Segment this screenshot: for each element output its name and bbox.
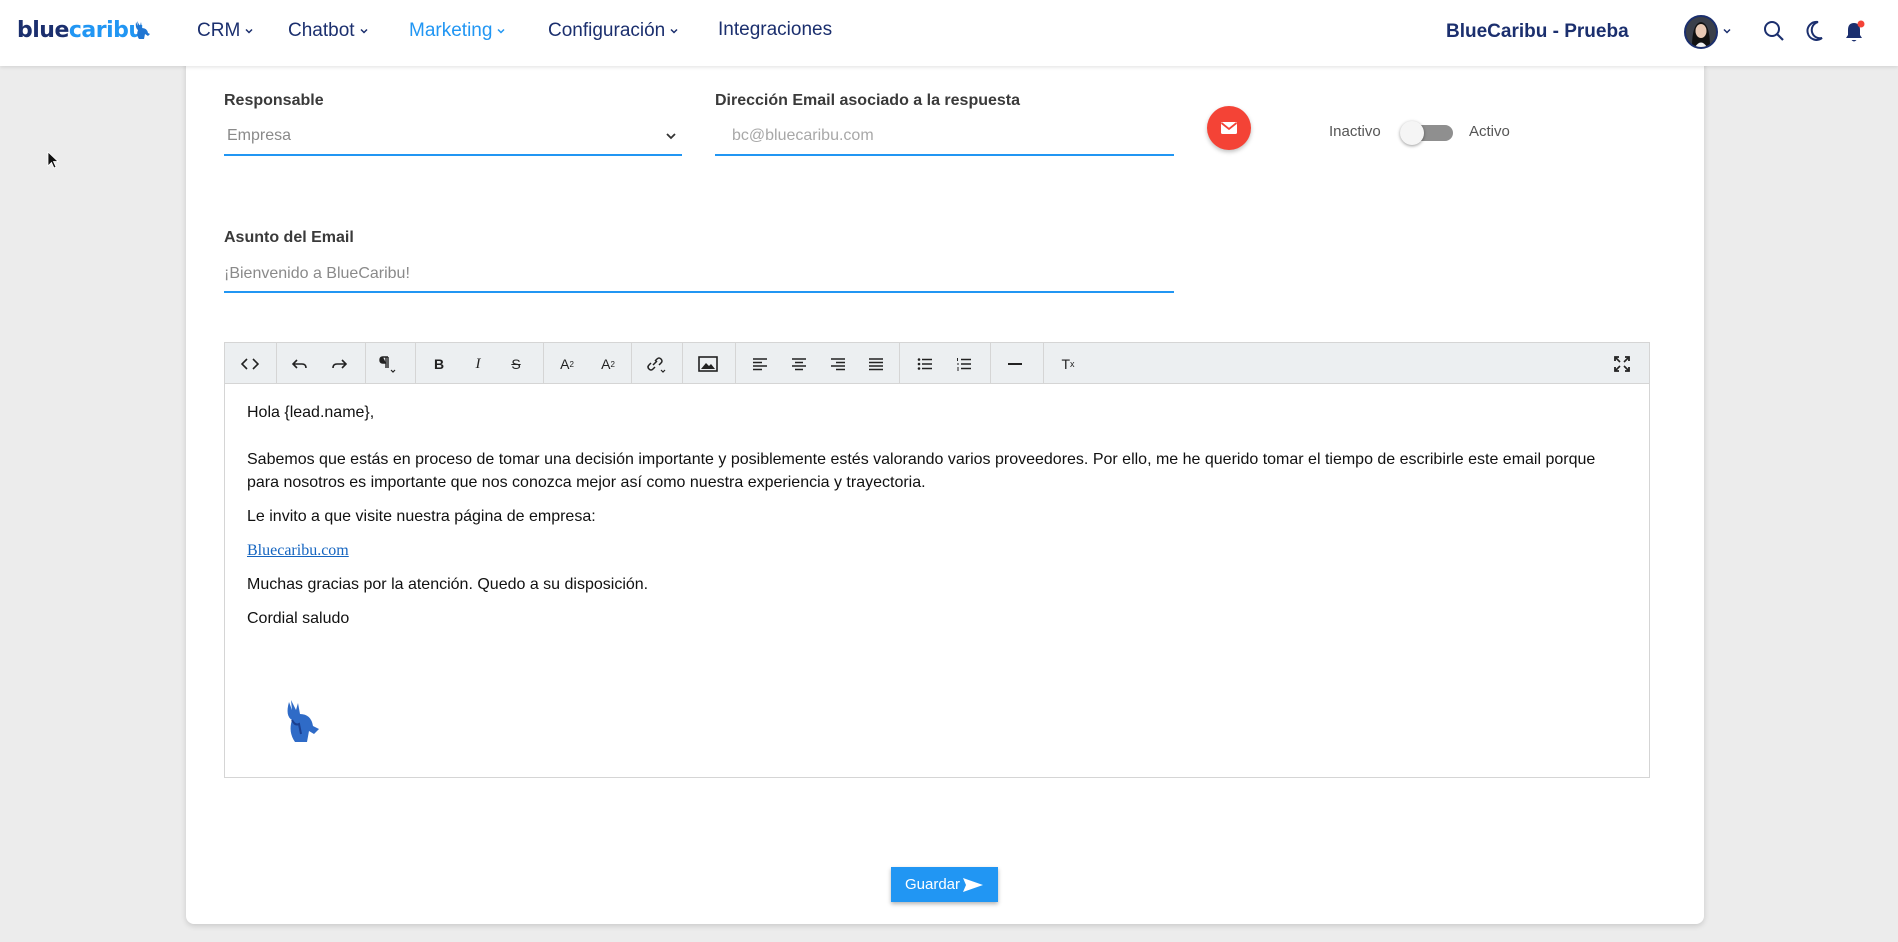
horizontal-rule-icon[interactable] xyxy=(1002,351,1028,377)
align-center-icon[interactable] xyxy=(786,351,812,377)
nav-chatbot[interactable]: Chatbot xyxy=(288,20,369,42)
align-left-icon[interactable] xyxy=(747,351,773,377)
nav-marketing-label: Marketing xyxy=(409,20,493,41)
email-invite: Le invito a que visite nuestra página de… xyxy=(247,508,596,525)
email-paragraph-line1: Sabemos que estás en proceso de tomar un… xyxy=(247,451,1596,468)
email-underline xyxy=(715,154,1174,156)
email-thanks: Muchas gracias por la atención. Quedo a … xyxy=(247,576,649,593)
nav-crm[interactable]: CRM xyxy=(197,20,254,42)
caribou-logo-icon xyxy=(135,21,150,39)
subscript-icon[interactable]: A2 xyxy=(595,351,621,377)
chevron-down-icon xyxy=(670,28,678,34)
nav-crm-label: CRM xyxy=(197,20,241,41)
subject-label: Asunto del Email xyxy=(224,229,354,246)
responsable-select[interactable]: Empresa xyxy=(227,127,291,145)
editor-content[interactable]: Hola {lead.name}, Sabemos que estás en p… xyxy=(225,384,1649,777)
chevron-down-icon xyxy=(245,28,253,34)
save-button-label: Guardar xyxy=(904,876,961,893)
align-justify-icon[interactable] xyxy=(863,351,889,377)
logo[interactable]: bluecaribu xyxy=(17,18,144,43)
link-icon[interactable] xyxy=(643,351,669,377)
email-closing: Cordial saludo xyxy=(247,610,350,627)
nav-configuracion[interactable]: Configuración xyxy=(548,20,679,42)
mail-icon xyxy=(1220,122,1238,134)
avatar-image xyxy=(1686,17,1716,47)
chevron-down-icon xyxy=(497,28,505,34)
send-icon xyxy=(963,877,984,892)
clear-format-icon[interactable]: Tx xyxy=(1055,351,1081,377)
nav-configuracion-label: Configuración xyxy=(548,20,666,41)
chevron-down-icon[interactable] xyxy=(1722,26,1732,36)
caribou-signature-icon xyxy=(287,700,319,742)
toggle-on-label: Activo xyxy=(1469,123,1510,140)
avatar[interactable] xyxy=(1684,15,1718,49)
redo-icon[interactable] xyxy=(326,351,352,377)
nav-integraciones-label: Integraciones xyxy=(718,19,833,40)
editor-toolbar: B I S A2 A2 T x xyxy=(225,343,1649,384)
nav-marketing[interactable]: Marketing xyxy=(409,20,506,42)
undo-icon[interactable] xyxy=(287,351,313,377)
email-label: Dirección Email asociado a la respuesta xyxy=(715,92,1021,109)
responsable-underline xyxy=(224,154,682,156)
subject-input[interactable]: ¡Bienvenido a BlueCaribu! xyxy=(224,265,410,283)
italic-icon[interactable]: I xyxy=(465,351,491,377)
mouse-cursor-icon xyxy=(47,151,59,169)
rich-text-editor: B I S A2 A2 T x Hola {lead.name}, Sabemo… xyxy=(224,342,1650,778)
paragraph-icon[interactable] xyxy=(374,351,400,377)
superscript-icon[interactable]: A2 xyxy=(554,351,580,377)
email-link[interactable]: Bluecaribu.com xyxy=(247,542,349,559)
email-paragraph-line2: para nosotros es importante que nos cono… xyxy=(247,474,926,491)
send-test-email-button[interactable] xyxy=(1207,106,1251,150)
logo-part1: blue xyxy=(17,18,69,43)
bullet-list-icon[interactable] xyxy=(912,351,938,377)
fullscreen-icon[interactable] xyxy=(1609,351,1635,377)
moon-icon[interactable] xyxy=(1805,20,1825,42)
account-name: BlueCaribu - Prueba xyxy=(1446,21,1629,42)
search-icon[interactable] xyxy=(1763,20,1785,42)
align-right-icon[interactable] xyxy=(825,351,851,377)
bell-icon[interactable] xyxy=(1843,20,1865,44)
toggle-off-label: Inactivo xyxy=(1329,123,1381,140)
save-button[interactable]: Guardar xyxy=(891,867,998,902)
image-icon[interactable] xyxy=(695,351,721,377)
subject-underline xyxy=(224,291,1174,293)
nav-integraciones[interactable]: Integraciones xyxy=(718,19,832,41)
nav-chatbot-label: Chatbot xyxy=(288,20,355,41)
code-view-icon[interactable] xyxy=(237,351,263,377)
numbered-list-icon[interactable] xyxy=(951,351,977,377)
bold-icon[interactable]: B xyxy=(426,351,452,377)
top-navbar: bluecaribu CRM Chatbot Marketing Configu… xyxy=(0,0,1898,66)
chevron-down-icon[interactable] xyxy=(665,130,677,142)
email-input[interactable]: bc@bluecaribu.com xyxy=(732,127,874,145)
toggle-knob[interactable] xyxy=(1400,121,1424,145)
chevron-down-icon xyxy=(360,28,368,34)
email-greeting: Hola {lead.name}, xyxy=(247,404,375,421)
responsable-label: Responsable xyxy=(224,92,324,109)
strikethrough-icon[interactable]: S xyxy=(503,351,529,377)
